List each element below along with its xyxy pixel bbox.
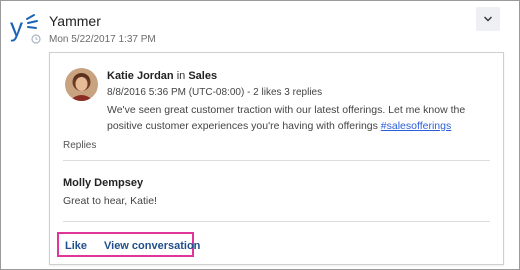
hashtag-link[interactable]: #salesofferings bbox=[381, 120, 451, 132]
in-word: in bbox=[176, 70, 186, 82]
app-title: Yammer bbox=[49, 13, 101, 29]
expand-button[interactable] bbox=[476, 7, 500, 31]
post-header: Katie Jordan in Sales bbox=[107, 70, 217, 82]
divider bbox=[63, 160, 490, 161]
chevron-down-icon bbox=[484, 16, 492, 22]
post-meta: 8/8/2016 5:36 PM (UTC-08:00) - 2 likes 3… bbox=[107, 87, 323, 98]
svg-text:y: y bbox=[10, 12, 23, 42]
reply-text: Great to hear, Katie! bbox=[63, 195, 157, 207]
reply-author: Molly Dempsey bbox=[63, 177, 144, 189]
post-author[interactable]: Katie Jordan bbox=[107, 70, 174, 82]
view-conversation-link[interactable]: View conversation bbox=[104, 240, 200, 252]
like-link[interactable]: Like bbox=[65, 240, 87, 252]
yammer-message-panel: y Yammer Mon 5/22/2017 1:37 PM Katie Jor… bbox=[0, 0, 520, 270]
yammer-logo: y bbox=[10, 11, 44, 45]
replies-label: Replies bbox=[63, 140, 97, 151]
post-group[interactable]: Sales bbox=[188, 70, 217, 82]
conversation-card: Katie Jordan in Sales 8/8/2016 5:36 PM (… bbox=[49, 52, 504, 265]
post-body: We've seen great customer traction with … bbox=[107, 102, 492, 134]
avatar bbox=[65, 68, 98, 101]
divider bbox=[63, 221, 490, 222]
message-timestamp: Mon 5/22/2017 1:37 PM bbox=[49, 34, 156, 45]
